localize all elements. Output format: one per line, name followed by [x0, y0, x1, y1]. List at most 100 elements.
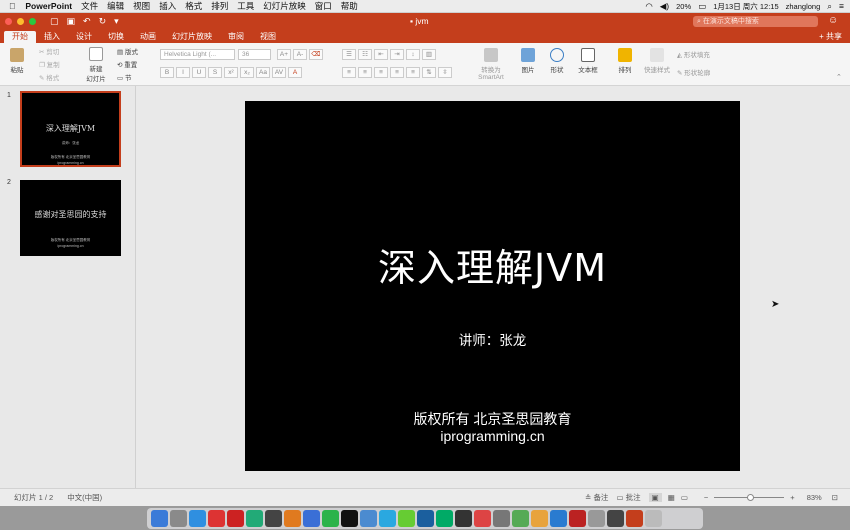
tab-home[interactable]: 开始 [4, 31, 36, 43]
current-slide[interactable]: 深入理解JVM 讲师：张龙 版权所有 北京圣思园教育 iprogramming.… [245, 101, 740, 471]
font-name-select[interactable]: Helvetica Light (... [160, 49, 235, 60]
dock-app-icon[interactable] [569, 510, 586, 527]
align-text-button[interactable]: ⇳ [438, 67, 452, 78]
dock-app-icon[interactable] [474, 510, 491, 527]
app-menu[interactable]: PowerPoint [25, 1, 72, 11]
strikethrough-button[interactable]: S [208, 67, 222, 78]
increase-indent-button[interactable]: ⇥ [390, 49, 404, 60]
shrink-font-button[interactable]: A- [293, 49, 307, 60]
change-case-button[interactable]: Aa [256, 67, 270, 78]
language[interactable]: 中文(中国) [67, 492, 102, 503]
tab-slideshow[interactable]: 幻灯片放映 [164, 31, 220, 43]
char-spacing-button[interactable]: AV [272, 67, 286, 78]
bold-button[interactable]: B [160, 67, 174, 78]
dock-app-icon[interactable] [227, 510, 244, 527]
wifi-icon[interactable]: ◠ [645, 1, 652, 12]
distributed-button[interactable]: ≡ [406, 67, 420, 78]
sidebar-toggle-icon[interactable]: ▢ [50, 16, 59, 27]
dock-app-icon[interactable] [151, 510, 168, 527]
copy-button[interactable]: ❐ 复制 [39, 59, 60, 69]
volume-icon[interactable]: ◀) [660, 1, 669, 12]
subscript-button[interactable]: x₂ [240, 67, 254, 78]
convert-smartart-button[interactable]: 转换为 SmartArt [473, 48, 509, 81]
comments-button[interactable]: ▭ 批注 [616, 492, 640, 503]
dock-app-icon[interactable] [645, 510, 662, 527]
dock-app-icon[interactable] [512, 510, 529, 527]
menu-file[interactable]: 文件 [81, 0, 98, 12]
columns-button[interactable]: ▥ [422, 49, 436, 60]
dock-app-icon[interactable] [417, 510, 434, 527]
zoom-out-button[interactable]: − [704, 493, 708, 502]
tab-design[interactable]: 设计 [68, 31, 100, 43]
layout-button[interactable]: ▤ 版式 [117, 46, 138, 56]
font-color-button[interactable]: A [288, 67, 302, 78]
battery-percent[interactable]: 20% [676, 2, 691, 11]
fit-to-window-button[interactable]: ⊡ [832, 493, 838, 502]
dock-app-icon[interactable] [531, 510, 548, 527]
clear-format-button[interactable]: ⌫ [309, 49, 323, 60]
menu-tools[interactable]: 工具 [237, 0, 254, 12]
slide-website[interactable]: iprogramming.cn [245, 428, 740, 444]
menu-help[interactable]: 帮助 [341, 0, 358, 12]
spotlight-icon[interactable]: ⌕ [827, 1, 832, 12]
tab-insert[interactable]: 插入 [36, 31, 68, 43]
dock-app-icon[interactable] [322, 510, 339, 527]
paste-button[interactable]: 粘贴 [6, 48, 28, 74]
menu-insert[interactable]: 插入 [159, 0, 176, 12]
shape-outline-button[interactable]: ✎ 形状轮廓 [677, 67, 710, 77]
decrease-indent-button[interactable]: ⇤ [374, 49, 388, 60]
shape-fill-button[interactable]: ◭ 形状填充 [677, 49, 710, 59]
save-icon[interactable]: ▣ [67, 16, 76, 27]
underline-button[interactable]: U [192, 67, 206, 78]
apple-icon[interactable]:  [9, 1, 15, 11]
bullets-button[interactable]: ☰ [342, 49, 356, 60]
tab-view[interactable]: 视图 [252, 31, 284, 43]
dock-app-icon[interactable] [588, 510, 605, 527]
reset-button[interactable]: ⟲ 重置 [117, 59, 137, 69]
zoom-in-button[interactable]: + [790, 493, 794, 502]
collapse-ribbon-icon[interactable]: ⌃ [836, 73, 842, 81]
zoom-window-button[interactable] [29, 18, 36, 25]
menu-window[interactable]: 窗口 [315, 0, 332, 12]
zoom-level[interactable]: 83% [807, 493, 822, 502]
notification-center-icon[interactable]: ≡ [839, 1, 844, 11]
dock-app-icon[interactable] [607, 510, 624, 527]
justify-button[interactable]: ≡ [390, 67, 404, 78]
grow-font-button[interactable]: A+ [277, 49, 291, 60]
minimize-window-button[interactable] [17, 18, 24, 25]
text-direction-button[interactable]: ⇅ [422, 67, 436, 78]
dock-app-icon[interactable] [303, 510, 320, 527]
dock-app-icon[interactable] [170, 510, 187, 527]
slide-copyright[interactable]: 版权所有 北京圣思园教育 [245, 409, 740, 429]
slide-title[interactable]: 深入理解JVM [245, 237, 740, 292]
tab-animations[interactable]: 动画 [132, 31, 164, 43]
menu-slideshow[interactable]: 幻灯片放映 [263, 0, 306, 12]
picture-button[interactable]: 图片 [517, 48, 539, 74]
dock-app-icon[interactable] [265, 510, 282, 527]
align-right-button[interactable]: ≡ [374, 67, 388, 78]
dock-app-icon[interactable] [208, 510, 225, 527]
battery-icon[interactable]: ▭ [698, 1, 706, 12]
notes-button[interactable]: ≗ 备注 [585, 492, 608, 503]
feedback-smiley-icon[interactable]: ☺ [828, 15, 838, 26]
menu-view[interactable]: 视图 [133, 0, 150, 12]
zoom-slider-thumb[interactable] [747, 494, 755, 501]
line-spacing-button[interactable]: ↕ [406, 49, 420, 60]
new-slide-button[interactable]: 新建 幻灯片 [84, 47, 108, 83]
dock-app-icon[interactable] [284, 510, 301, 527]
search-input[interactable]: ⌕ 在演示文稿中搜索 [693, 16, 818, 27]
font-size-select[interactable]: 36 [238, 49, 271, 60]
slide-thumbnail-1[interactable]: 深入理解JVM 讲师：张龙 版权所有 北京圣思园教育 iprogramming.… [20, 91, 121, 167]
cut-button[interactable]: ✂ 剪切 [39, 46, 59, 56]
menu-edit[interactable]: 编辑 [107, 0, 124, 12]
dock-app-icon[interactable] [246, 510, 263, 527]
superscript-button[interactable]: x² [224, 67, 238, 78]
user-name[interactable]: zhanglong [786, 2, 821, 11]
redo-icon[interactable]: ↻ [99, 16, 107, 27]
customize-toolbar-icon[interactable]: ▾ [114, 16, 119, 27]
numbering-button[interactable]: ☷ [358, 49, 372, 60]
normal-view-button[interactable]: ▣ [648, 493, 662, 502]
dock-app-icon[interactable] [360, 510, 377, 527]
dock-app-icon[interactable] [626, 510, 643, 527]
slide-thumbnail-2[interactable]: 感谢对圣思园的支持 版权所有 北京圣思园教育 iprogramming.cn [20, 180, 121, 256]
